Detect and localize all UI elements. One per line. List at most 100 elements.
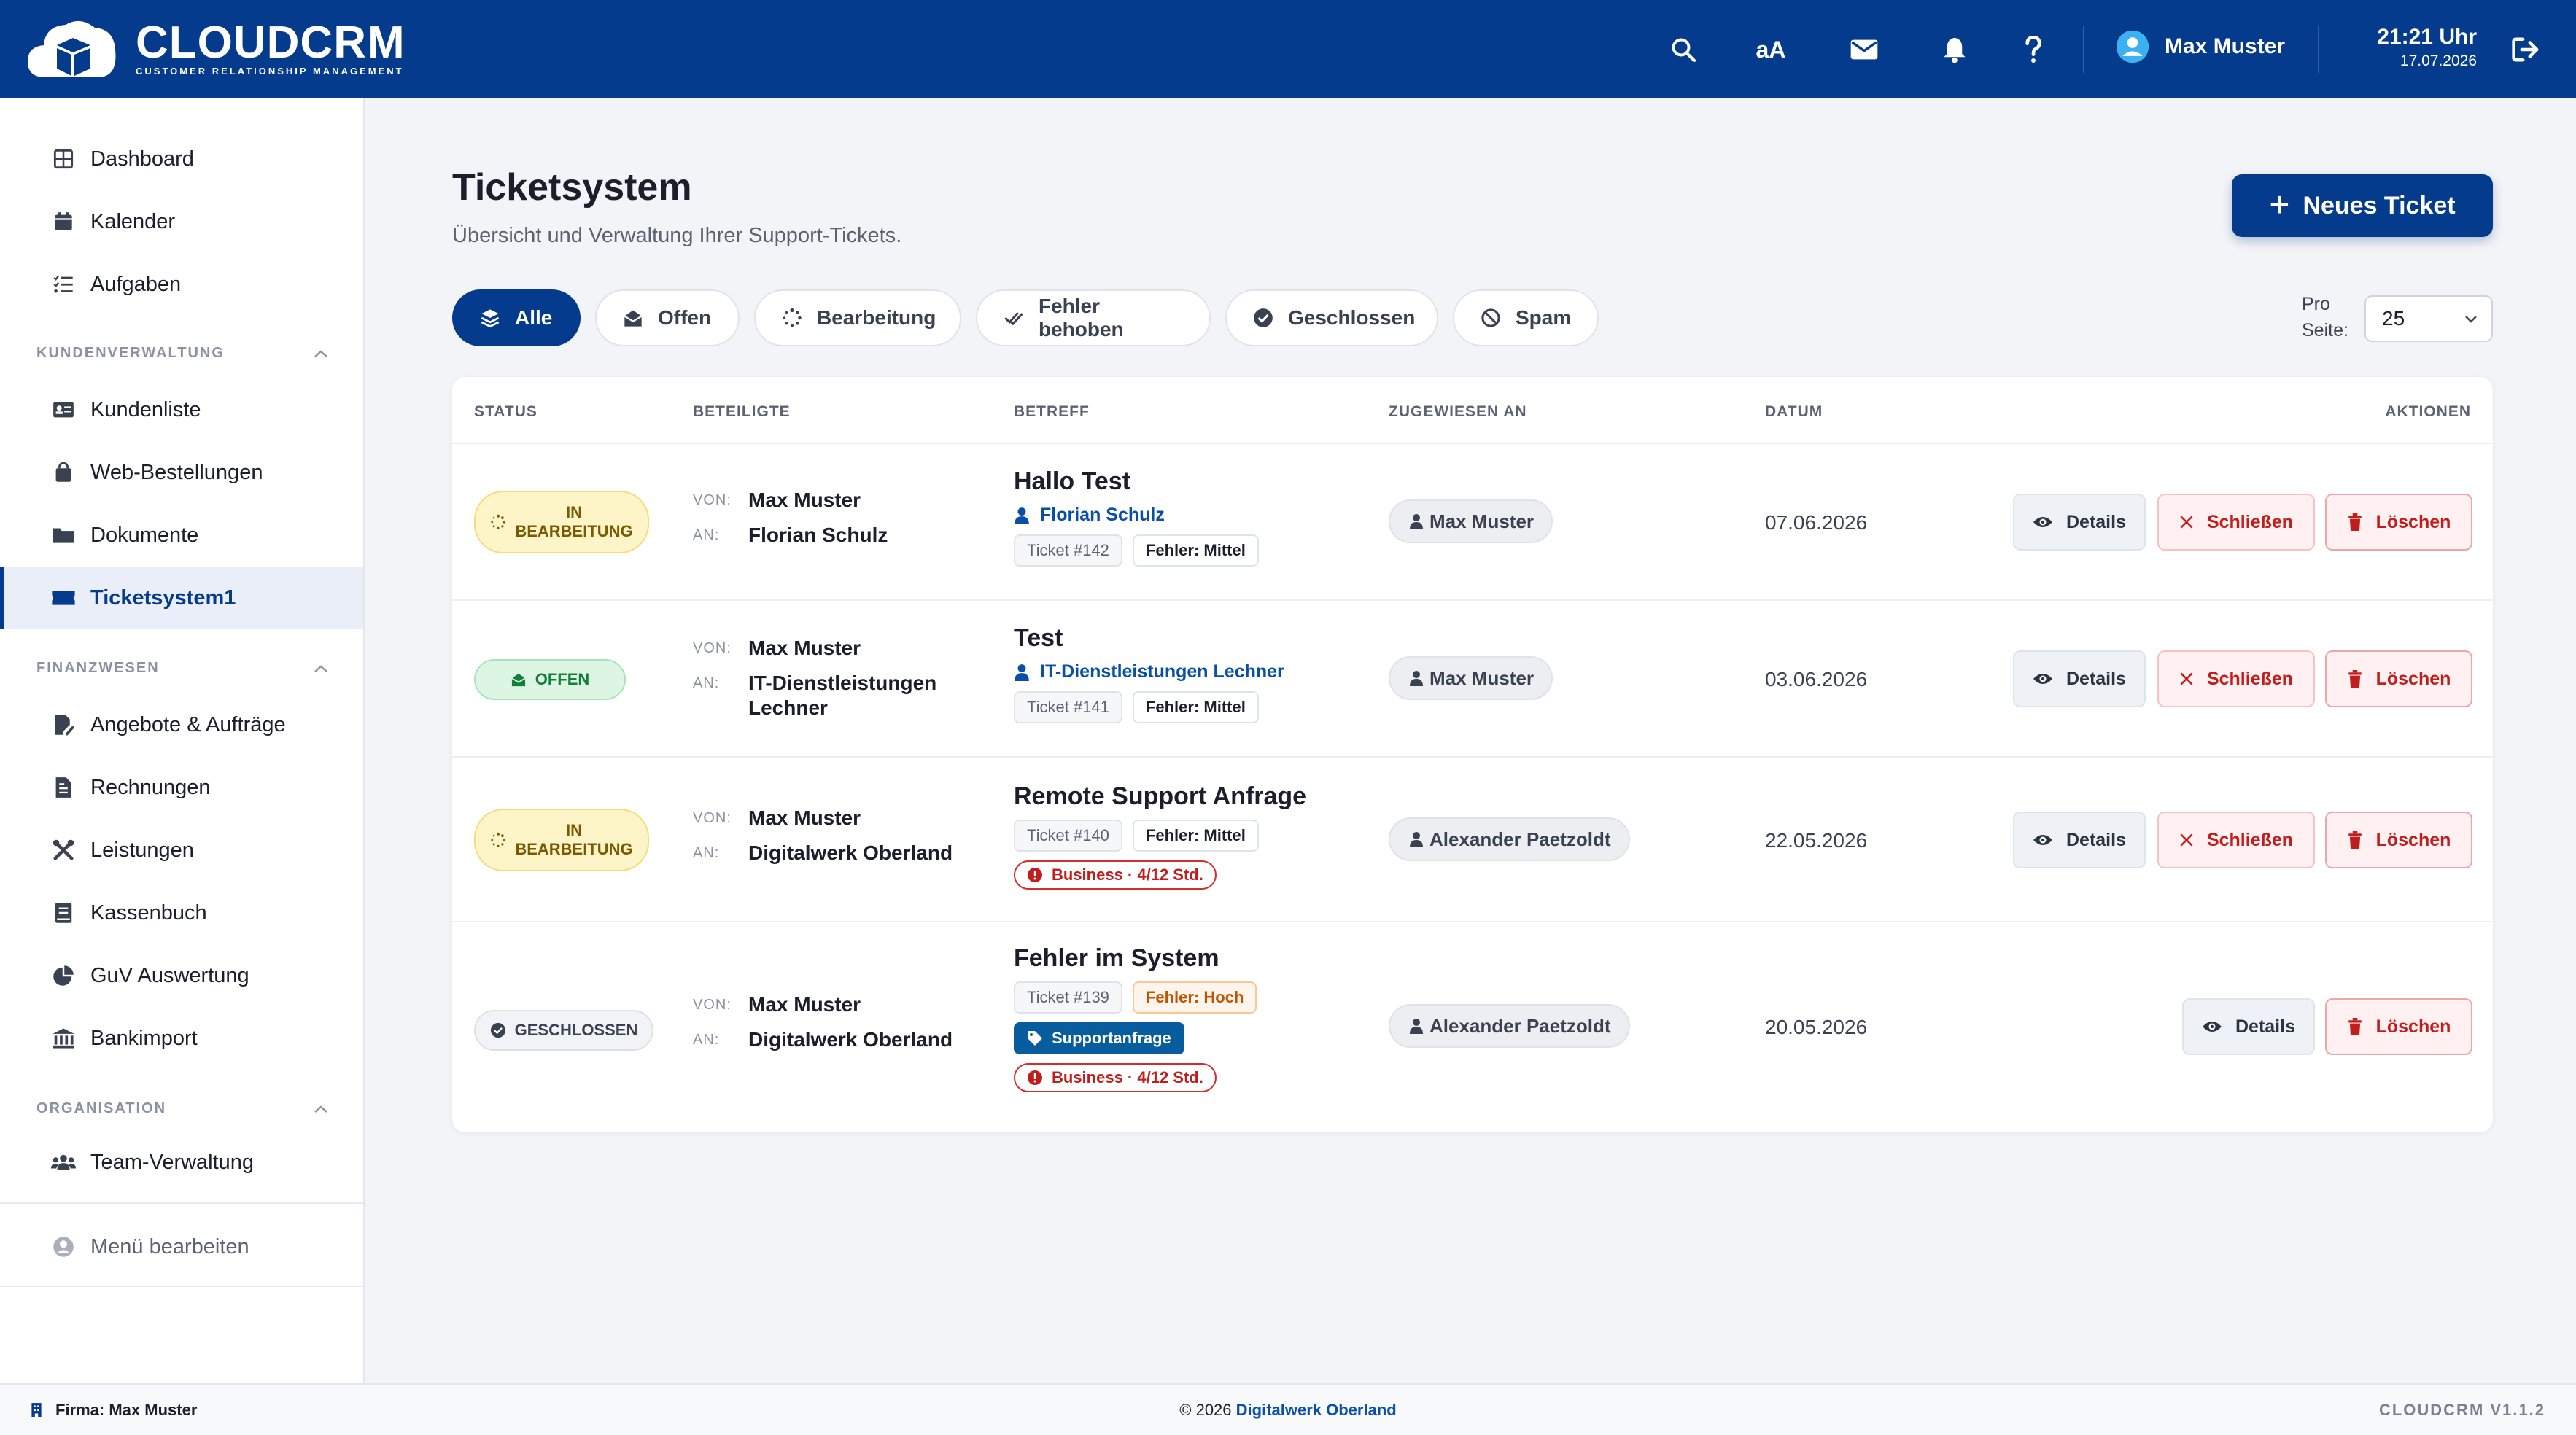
section-header-organisation[interactable]: ORGANISATION [36,1100,328,1117]
sla-badge: Business · 4/12 Std. [1014,860,1217,890]
user-icon [1409,670,1424,686]
filter-alle[interactable]: Alle [452,289,581,346]
envelope-open-icon [511,672,527,687]
footer-version: CLOUDCRM V1.1.2 [2378,1401,2545,1419]
filter-fehler-behoben[interactable]: Fehler behoben [976,289,1211,346]
app-logo[interactable]: CLOUDCRM CUSTOMER RELATIONSHIP MANAGEMEN… [25,13,406,85]
logout-button[interactable] [2506,29,2547,70]
sidebar-item-ticketsystem[interactable]: Ticketsystem1 [0,567,363,629]
error-level-badge: Fehler: Hoch [1132,981,1257,1014]
logout-icon [2512,37,2539,62]
close-icon [2179,833,2194,847]
table-row[interactable]: GESCHLOSSEN VON: Max Muster AN: Digitalwer… [452,922,2493,1132]
font-size-button[interactable]: aA [1750,29,1791,70]
participants: VON: Max Muster AN: Florian Schulz [693,488,888,558]
filter-geschlossen[interactable]: Geschlossen [1225,289,1438,346]
from-name: Max Muster [748,637,861,659]
sidebar-item-label: Kalender [90,209,176,233]
sidebar-item-aufgaben[interactable]: Aufgaben [0,253,363,316]
details-button[interactable]: Details [2013,494,2146,551]
ticket-subject[interactable]: Remote Support Anfrage [1014,782,1306,811]
details-button[interactable]: Details [2013,650,2146,707]
per-page-select[interactable]: 25 [2364,295,2493,342]
envelope-icon [1850,39,1878,60]
delete-button[interactable]: Löschen [2325,998,2472,1055]
page-subtitle: Übersicht und Verwaltung Ihrer Support-T… [452,224,902,247]
close-ticket-button[interactable]: Schließen [2157,494,2315,551]
close-label: Schließen [2206,668,2294,689]
user-menu[interactable]: Max Muster [2117,31,2285,63]
section-header-kundenverwaltung[interactable]: KUNDENVERWALTUNG [36,345,328,362]
close-label: Schließen [2206,829,2294,850]
delete-button[interactable]: Löschen [2325,650,2472,707]
table-row[interactable]: OFFEN VON: Max Muster AN: IT-Dienstleistun… [452,601,2493,758]
sidebar-item-rechnungen[interactable]: Rechnungen [0,756,363,819]
sidebar-item-angebote[interactable]: Angebote & Aufträge [0,693,363,756]
details-label: Details [2066,829,2126,850]
sidebar-item-label: Kassenbuch [90,901,207,925]
plus-icon: + [2269,186,2290,225]
sidebar-item-team[interactable]: Team-Verwaltung [0,1131,363,1194]
details-label: Details [2066,668,2126,689]
table-row[interactable]: IN BEARBEITUNG VON: Max Muster AN: Digitalw… [452,758,2493,922]
font-size-label: aA [1756,36,1786,63]
ticket-subject[interactable]: Test [1014,624,1284,653]
sidebar-item-guv[interactable]: GuV Auswertung [0,944,363,1007]
delete-button[interactable]: Löschen [2325,812,2472,868]
sidebar-item-dashboard[interactable]: Dashboard [0,128,363,190]
per-page-label: Pro Seite: [2302,291,2348,343]
sidebar-item-kalender[interactable]: Kalender [0,190,363,253]
sidebar-item-bankimport[interactable]: Bankimport [0,1007,363,1070]
eye-icon [2202,1019,2222,1034]
sidebar-item-label: Aufgaben [90,272,182,296]
ticket-subject[interactable]: Fehler im System [1014,944,1257,973]
ticket-contact[interactable]: IT-Dienstleistungen Lechner [1014,661,1284,682]
status-text-line: BEARBEITUNG [515,840,633,858]
details-button[interactable]: Details [2182,998,2315,1055]
team-icon [51,1150,76,1175]
sla-badge: Business · 4/12 Std. [1014,1063,1217,1092]
filter-spam[interactable]: Spam [1453,289,1599,346]
copyright-company-link[interactable]: Digitalwerk Oberland [1236,1401,1397,1419]
delete-button[interactable]: Löschen [2325,494,2472,551]
cloud-box-logo-icon [28,20,116,77]
new-ticket-button[interactable]: + Neues Ticket [2232,174,2493,237]
close-icon [2179,515,2194,529]
ticket-icon [51,586,76,610]
close-ticket-button[interactable]: Schließen [2157,650,2315,707]
assignee-name: Alexander Paetzoldt [1429,828,1611,850]
notifications-button[interactable] [1934,29,1975,70]
table-row[interactable]: IN BEARBEITUNG VON: Max Muster AN: Florian … [452,444,2493,601]
sidebar-item-kassenbuch[interactable]: Kassenbuch [0,882,363,944]
sidebar-item-label: Leistungen [90,838,194,862]
close-ticket-button[interactable]: Schließen [2157,812,2315,868]
edit-menu-button[interactable]: Menü bearbeiten [0,1216,363,1278]
sidebar-item-kundenliste[interactable]: Kundenliste [0,378,363,441]
ticket-contact[interactable]: Florian Schulz [1014,505,1259,526]
status-text-line: IN [566,821,582,839]
filter-bearbeitung[interactable]: Bearbeitung [754,289,961,346]
section-header-finanzwesen[interactable]: FINANZWESEN [36,660,328,677]
ticket-subject[interactable]: Hallo Test [1014,467,1259,496]
status-badge: IN BEARBEITUNG [474,809,649,871]
to-name-line: Lechner [748,696,828,719]
sidebar-item-web-bestellungen[interactable]: Web-Bestellungen [0,441,363,504]
question-icon [2025,35,2041,63]
to-name: Florian Schulz [748,524,888,546]
help-button[interactable] [2013,29,2054,70]
details-button[interactable]: Details [2013,812,2146,868]
to-name: Digitalwerk Oberland [748,841,953,864]
bank-icon [51,1026,76,1051]
sidebar-divider [0,1286,363,1287]
sidebar-item-leistungen[interactable]: Leistungen [0,819,363,882]
user-name: Max Muster [2165,34,2286,58]
mail-button[interactable] [1844,29,1885,70]
column-header-participants: BETEILIGTE [693,403,791,420]
filter-offen[interactable]: Offen [595,289,740,346]
sidebar-item-dokumente[interactable]: Dokumente [0,504,363,567]
ticket-date: 22.05.2026 [1765,829,1868,852]
search-button[interactable] [1663,29,1704,70]
to-label: AN: [693,845,720,861]
sidebar-item-label: Angebote & Aufträge [90,712,286,736]
calendar-icon [51,209,76,234]
